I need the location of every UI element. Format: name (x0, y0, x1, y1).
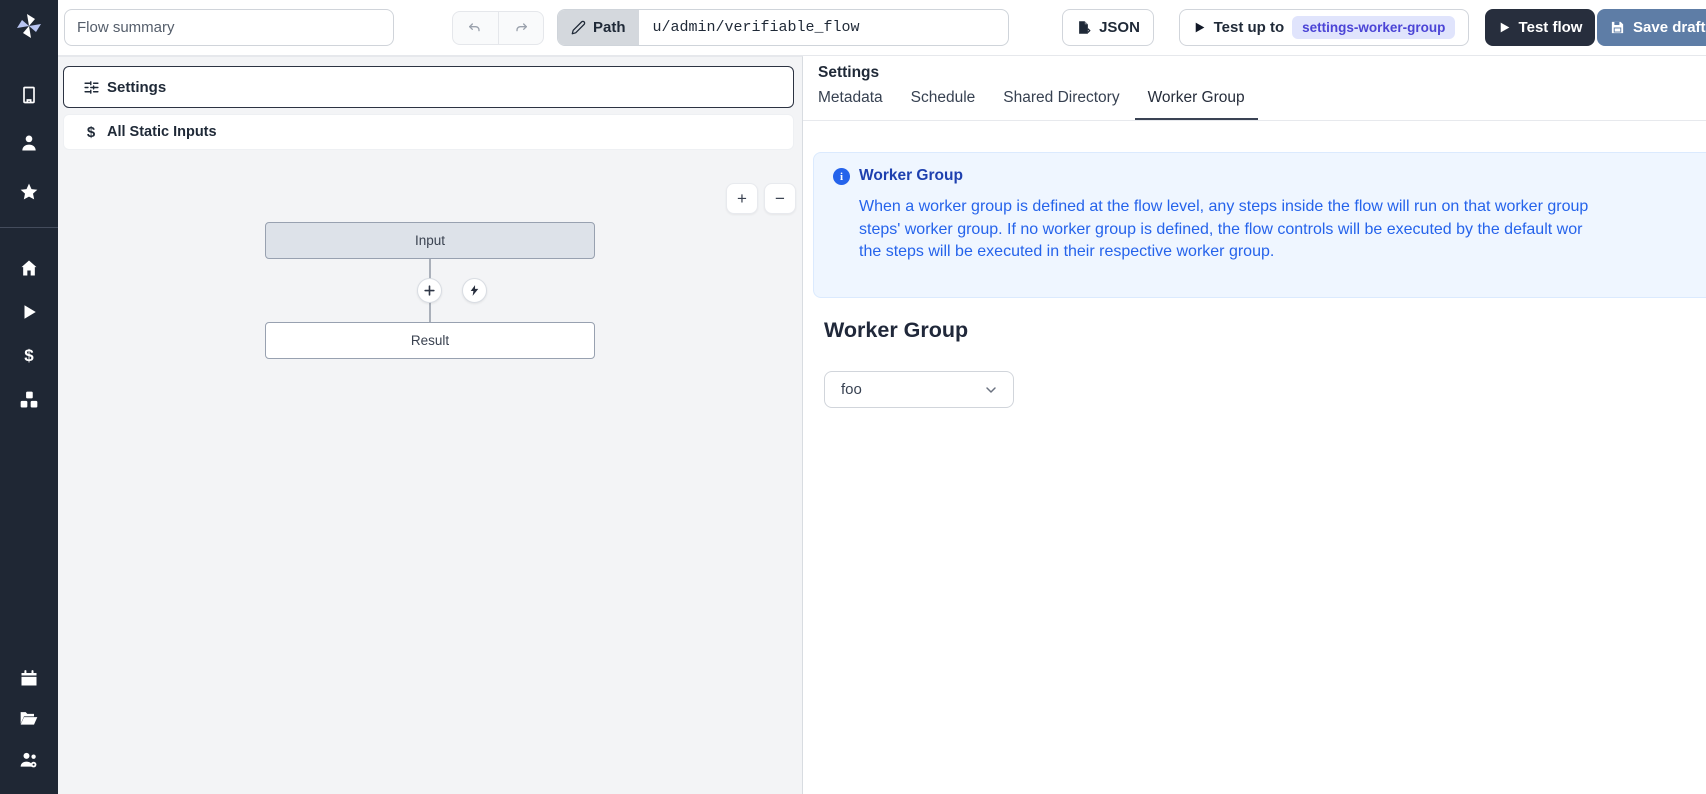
settings-panel: Settings Metadata Schedule Shared Direct… (803, 56, 1706, 794)
flow-result-node[interactable]: Result (265, 322, 595, 359)
flow-path-group: Path u/admin/verifiable_flow (557, 9, 1009, 46)
tab-shared-directory[interactable]: Shared Directory (1003, 89, 1119, 120)
worker-group-section-title: Worker Group (824, 318, 968, 343)
info-box-title: Worker Group (859, 167, 963, 185)
worker-group-selected-value: foo (841, 381, 862, 398)
tab-metadata[interactable]: Metadata (818, 89, 883, 120)
all-static-inputs-label: All Static Inputs (107, 124, 217, 140)
add-step-button[interactable] (417, 278, 442, 303)
workspace-building-icon[interactable] (18, 84, 40, 106)
variables-dollar-icon[interactable]: $ (18, 345, 40, 367)
worker-group-info-box: i Worker Group When a worker group is de… (813, 152, 1706, 298)
file-json-icon (1076, 20, 1091, 35)
app-sidebar: $ (0, 0, 58, 794)
pencil-icon (571, 20, 586, 35)
info-icon: i (833, 168, 850, 185)
settings-panel-title: Settings (818, 64, 879, 82)
redo-button[interactable] (499, 12, 544, 44)
groups-user-settings-icon[interactable] (18, 749, 40, 771)
worker-group-select[interactable]: foo (824, 371, 1014, 408)
save-draft-button[interactable]: Save draft (1597, 9, 1706, 46)
bolt-icon (468, 284, 481, 297)
flow-graph-panel: Settings $ All Static Inputs + − Input R… (58, 56, 803, 794)
user-icon[interactable] (18, 132, 40, 154)
favorites-star-icon[interactable] (18, 181, 40, 203)
save-icon (1610, 20, 1625, 35)
topbar: Path u/admin/verifiable_flow JSON Test u… (58, 0, 1706, 56)
zoom-out-button[interactable]: − (764, 183, 796, 214)
play-icon (1498, 21, 1511, 34)
dollar-icon: $ (81, 124, 101, 141)
play-icon (1193, 21, 1206, 34)
sidebar-divider (0, 227, 58, 228)
folders-open-icon[interactable] (18, 707, 40, 729)
path-edit-button[interactable]: Path (558, 10, 639, 45)
add-trigger-button[interactable] (462, 278, 487, 303)
undo-button[interactable] (453, 12, 499, 44)
flow-input-node[interactable]: Input (265, 222, 595, 259)
flow-summary-input[interactable] (64, 9, 394, 46)
info-box-text: When a worker group is defined at the fl… (859, 196, 1588, 264)
flow-path-value[interactable]: u/admin/verifiable_flow (639, 10, 874, 45)
windmill-logo-icon[interactable] (13, 10, 45, 42)
sliders-settings-icon (81, 79, 101, 96)
undo-redo-group (452, 11, 544, 45)
json-view-button[interactable]: JSON (1062, 9, 1154, 46)
flow-settings-label: Settings (107, 79, 166, 96)
test-up-to-button[interactable]: Test up to settings-worker-group (1179, 9, 1469, 46)
flow-settings-item[interactable]: Settings (63, 66, 794, 108)
all-static-inputs-item[interactable]: $ All Static Inputs (63, 114, 794, 150)
plus-icon (423, 284, 436, 297)
zoom-in-button[interactable]: + (726, 183, 758, 214)
resources-boxes-icon[interactable] (18, 389, 40, 411)
test-up-to-step-badge[interactable]: settings-worker-group (1292, 16, 1455, 39)
tab-worker-group[interactable]: Worker Group (1148, 89, 1245, 120)
runs-play-icon[interactable] (18, 301, 40, 323)
test-flow-button[interactable]: Test flow (1485, 9, 1595, 46)
chevron-down-icon (983, 382, 999, 398)
schedules-calendar-icon[interactable] (18, 667, 40, 689)
tab-schedule[interactable]: Schedule (911, 89, 976, 120)
home-icon[interactable] (18, 257, 40, 279)
settings-tabs: Metadata Schedule Shared Directory Worke… (803, 86, 1706, 121)
